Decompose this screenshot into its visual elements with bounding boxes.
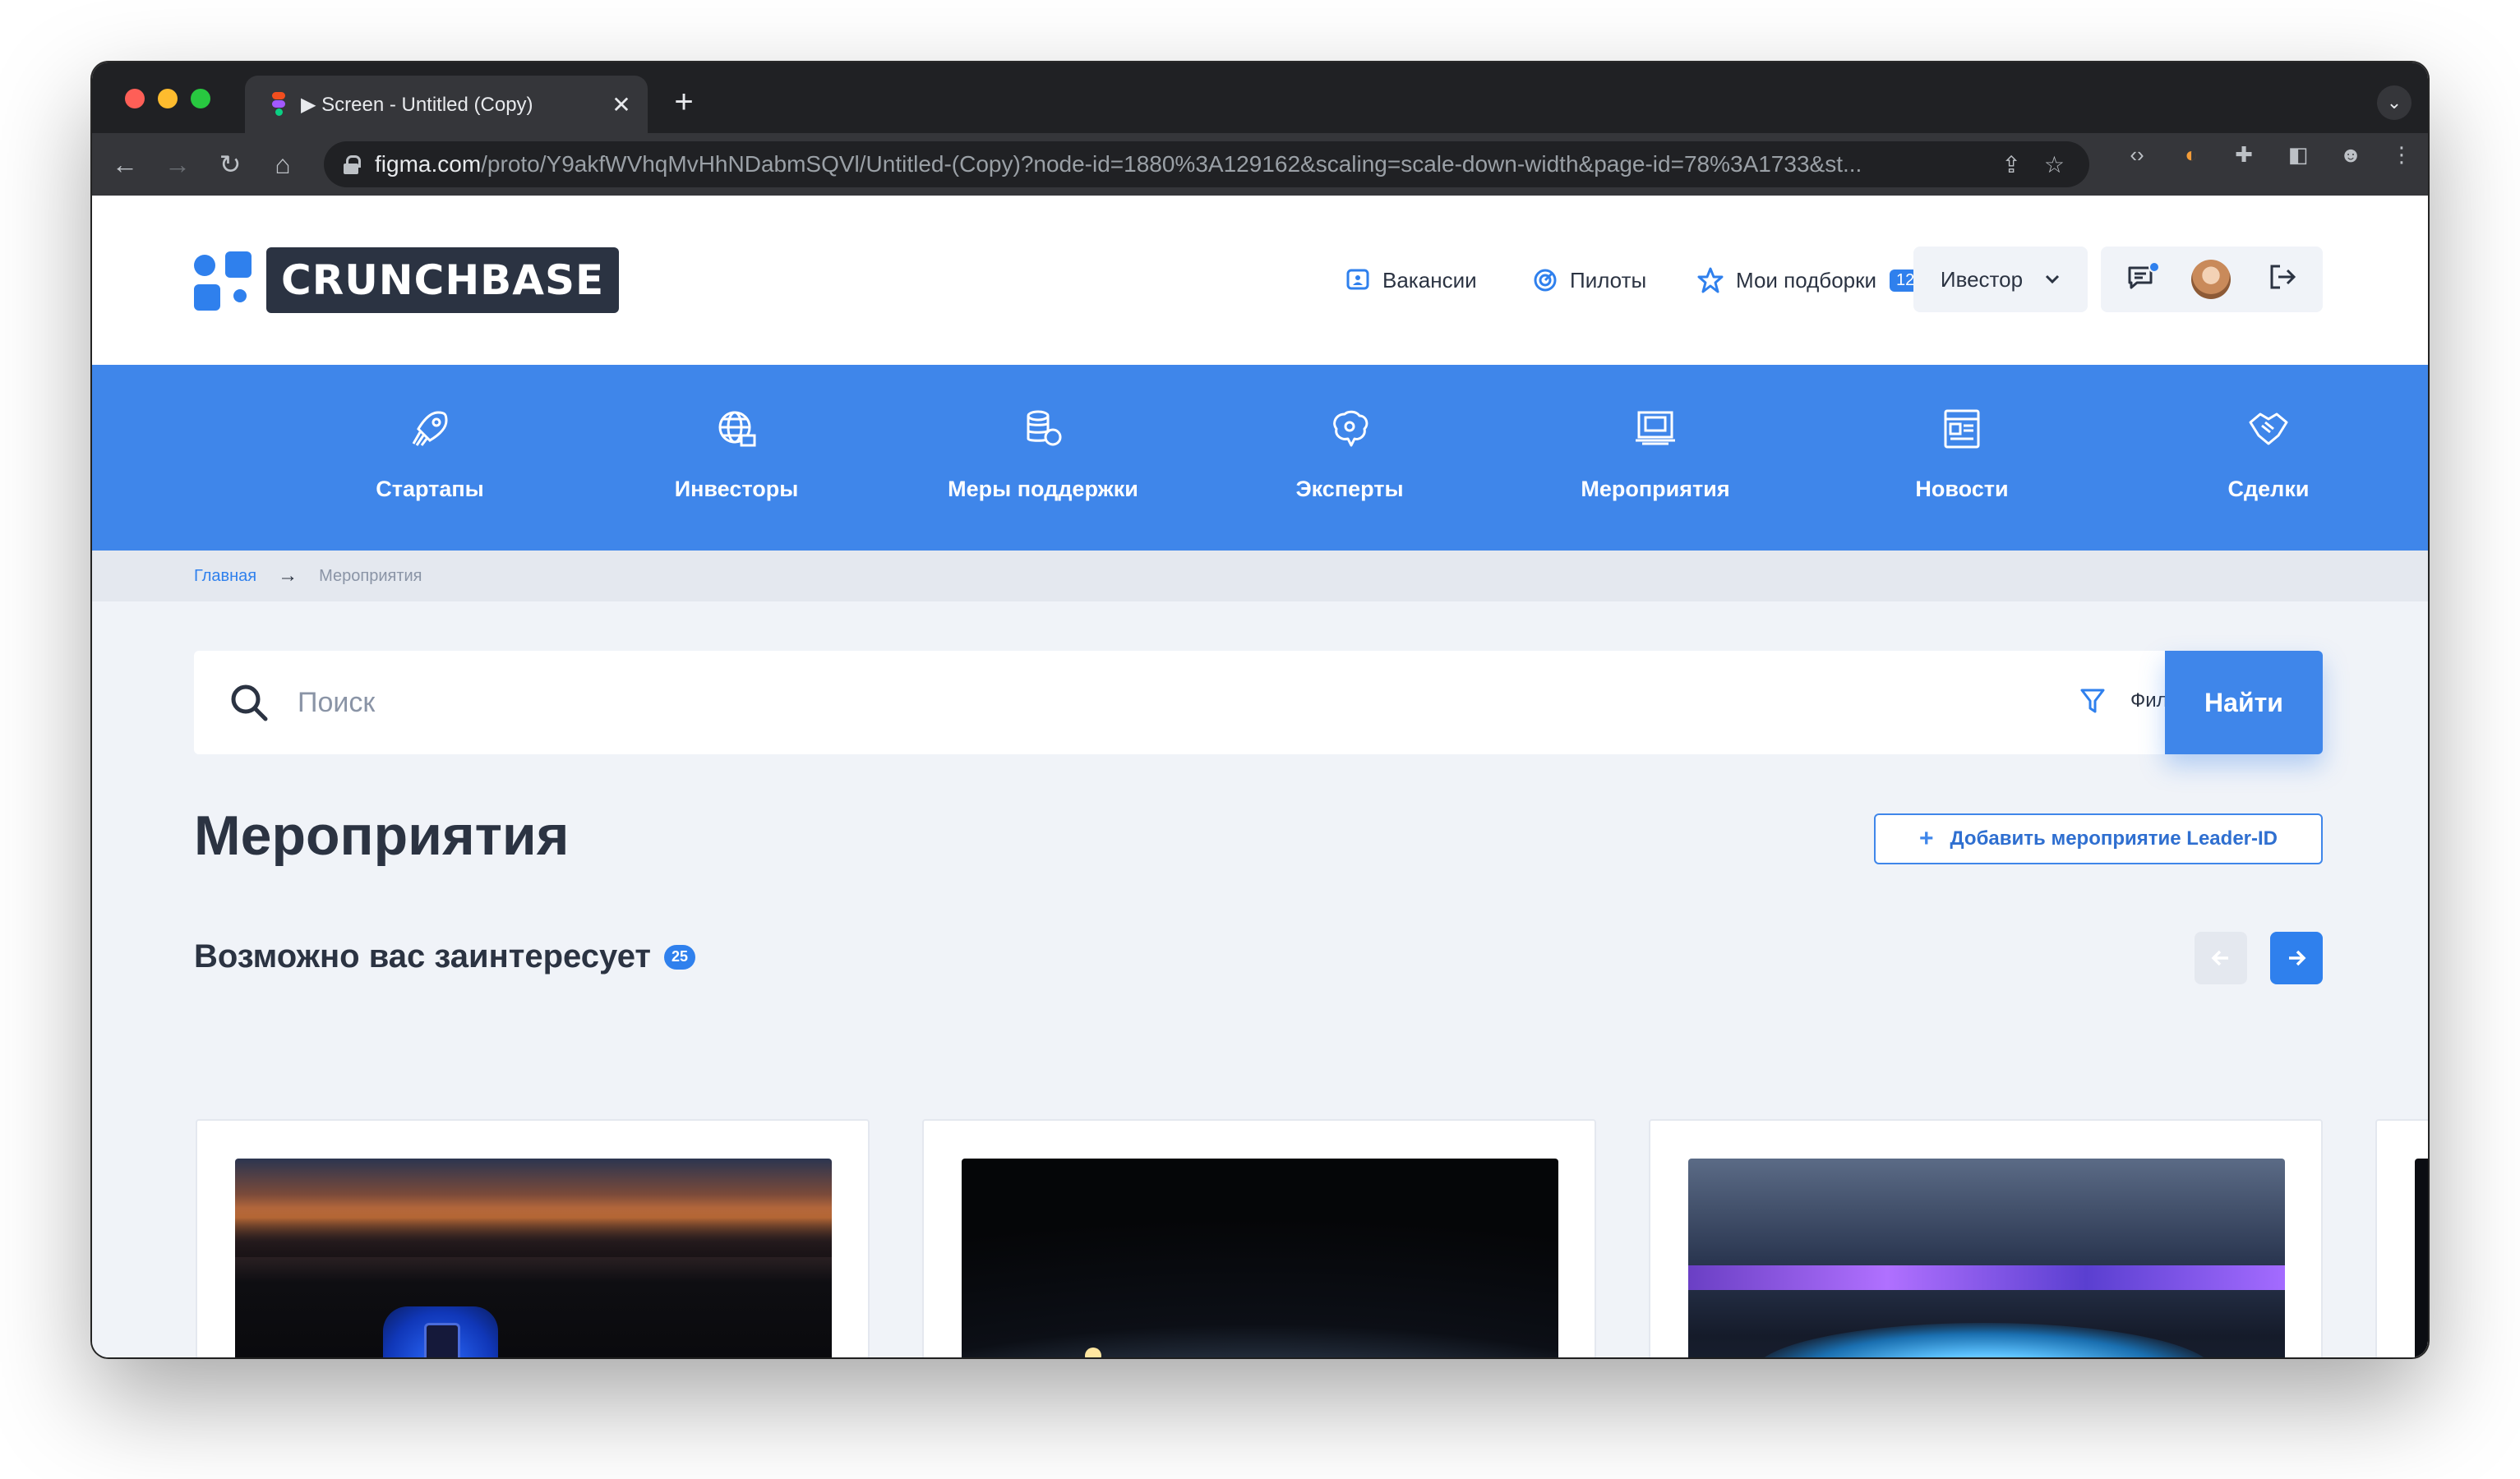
tab-title: ▶ Screen - Untitled (Copy) — [301, 93, 533, 116]
tab-close-icon[interactable]: ✕ — [605, 91, 638, 118]
nav-vacancies[interactable]: Вакансии — [1345, 196, 1477, 365]
url-path: /proto/Y9akfWVhqMvHhNDabmSQVl/Untitled-(… — [481, 151, 1862, 177]
add-event-button[interactable]: + Добавить мероприятие Leader-ID — [1874, 813, 2323, 864]
carousel-prev-button[interactable] — [2195, 932, 2247, 984]
close-window-button[interactable] — [125, 89, 145, 108]
search-input[interactable] — [298, 675, 1859, 730]
browser-tab[interactable]: ▶ Screen - Untitled (Copy) ✕ — [245, 76, 648, 133]
maximize-window-button[interactable] — [191, 89, 210, 108]
event-card[interactable] — [1649, 1119, 2323, 1357]
home-icon[interactable]: ⌂ — [265, 146, 301, 182]
sidebar-toggle-icon[interactable]: ◧ — [2283, 140, 2313, 169]
nav-pilots-label: Пилоты — [1570, 267, 1647, 293]
reload-icon[interactable]: ↻ — [212, 146, 248, 182]
tab-search-button[interactable]: ⌄ — [2377, 85, 2412, 120]
category-events-label: Мероприятия — [1581, 477, 1730, 501]
event-image — [235, 1159, 832, 1357]
role-select[interactable]: Ивестор — [1913, 246, 2088, 312]
breadcrumb-current: Мероприятия — [319, 566, 422, 585]
nav-vacancies-label: Вакансии — [1382, 267, 1477, 293]
category-investors[interactable]: Инвесторы — [613, 365, 860, 551]
figma-icon — [270, 92, 288, 117]
nav-collections-label: Мои подборки — [1736, 267, 1877, 293]
address-bar[interactable]: figma.com/proto/Y9akfWVhqMvHhNDabmSQVl/U… — [324, 141, 2089, 187]
category-support-label: Меры поддержки — [948, 477, 1138, 501]
event-card[interactable] — [2375, 1119, 2428, 1357]
category-startups-label: Стартапы — [376, 477, 484, 501]
minimize-window-button[interactable] — [158, 89, 178, 108]
nav-pilots[interactable]: Пилоты — [1532, 196, 1646, 365]
section-title-text: Возможно вас заинтересует — [194, 938, 651, 974]
vacancy-icon — [1346, 269, 1369, 290]
share-icon[interactable]: ⇪ — [2001, 151, 2020, 178]
news-icon — [1944, 409, 1980, 449]
event-image — [2415, 1159, 2428, 1357]
tab-strip: ▶ Screen - Untitled (Copy) ✕ + ⌄ — [92, 62, 2428, 133]
crunchbase-logo[interactable]: CRUNCHBASE — [194, 246, 620, 314]
user-actions — [2101, 246, 2323, 312]
handshake-icon — [2249, 412, 2288, 445]
page: CRUNCHBASE Вакансии Пилоты Мои подборки … — [92, 196, 2428, 1357]
search-bar: Фильтры Найти — [194, 651, 2323, 754]
add-event-label: Добавить мероприятие Leader-ID — [1950, 827, 2278, 850]
bookmark-star-icon[interactable]: ☆ — [2044, 151, 2065, 178]
color-extension-icon[interactable]: ◐ — [2176, 140, 2206, 169]
section-title: Возможно вас заинтересует 25 — [194, 938, 695, 975]
event-image — [962, 1159, 1558, 1357]
page-title: Мероприятия — [194, 804, 570, 867]
arrow-left-icon — [2211, 950, 2228, 966]
section-count-badge: 25 — [664, 944, 695, 970]
search-icon — [231, 684, 268, 721]
brain-icon — [1333, 410, 1368, 447]
notification-dot — [2148, 261, 2160, 273]
profile-icon[interactable]: ☻ — [2336, 140, 2365, 169]
role-select-value: Ивестор — [1940, 266, 2024, 292]
category-startups[interactable]: Стартапы — [307, 365, 553, 551]
search-submit-button[interactable]: Найти — [2165, 651, 2323, 754]
logout-icon[interactable] — [2267, 261, 2298, 293]
breadcrumb: Главная → Мероприятия — [92, 551, 2428, 601]
browser-window: ▶ Screen - Untitled (Copy) ✕ + ⌄ ← → ↻ ⌂… — [92, 62, 2428, 1357]
url-host: figma.com — [375, 151, 482, 177]
logo-text: CRUNCHBASE — [266, 247, 620, 313]
browser-toolbar: ← → ↻ ⌂ figma.com/proto/Y9akfWVhqMvHhNDa… — [92, 133, 2428, 196]
category-support[interactable]: Меры поддержки — [920, 365, 1166, 551]
category-investors-label: Инвесторы — [674, 477, 799, 501]
category-deals-label: Сделки — [2227, 477, 2310, 501]
forward-icon[interactable]: → — [159, 146, 196, 182]
devtools-extension-icon[interactable]: ‹› — [2122, 140, 2152, 169]
category-nav: Стартапы Инвесторы Меры поддержки Экспер… — [92, 365, 2428, 551]
site-header: CRUNCHBASE Вакансии Пилоты Мои подборки … — [92, 196, 2428, 365]
event-card[interactable] — [196, 1119, 870, 1357]
back-icon[interactable]: ← — [107, 146, 143, 182]
star-icon — [1697, 267, 1724, 293]
category-events[interactable]: Мероприятия — [1532, 365, 1779, 551]
event-image — [1688, 1159, 2285, 1357]
category-experts-label: Эксперты — [1295, 477, 1404, 501]
category-news-label: Новости — [1915, 477, 2009, 501]
extensions-puzzle-icon[interactable]: ✚ — [2229, 140, 2259, 169]
pilot-icon — [1534, 269, 1557, 292]
chevron-down-icon — [2046, 274, 2060, 284]
browser-menu-icon[interactable]: ⋮ — [2387, 140, 2416, 169]
rocket-icon — [412, 411, 448, 446]
globe-icon — [718, 411, 756, 447]
category-news[interactable]: Новости — [1839, 365, 2085, 551]
breadcrumb-arrow-icon: → — [278, 564, 298, 587]
plus-icon: + — [1919, 825, 1934, 852]
filter-icon — [2080, 689, 2105, 713]
logo-mark-icon — [194, 246, 253, 314]
carousel-next-button[interactable] — [2270, 932, 2323, 984]
category-experts[interactable]: Эксперты — [1226, 365, 1473, 551]
new-tab-button[interactable]: + — [666, 84, 702, 120]
event-card[interactable] — [922, 1119, 1596, 1357]
arrow-right-icon — [2289, 950, 2306, 966]
breadcrumb-home[interactable]: Главная — [194, 567, 256, 586]
presentation-icon — [1636, 411, 1675, 445]
coins-icon — [1027, 410, 1062, 446]
category-deals[interactable]: Сделки — [2145, 365, 2392, 551]
nav-collections[interactable]: Мои подборки 12 — [1696, 196, 1922, 365]
avatar[interactable] — [2191, 260, 2231, 299]
lock-icon — [344, 155, 361, 174]
